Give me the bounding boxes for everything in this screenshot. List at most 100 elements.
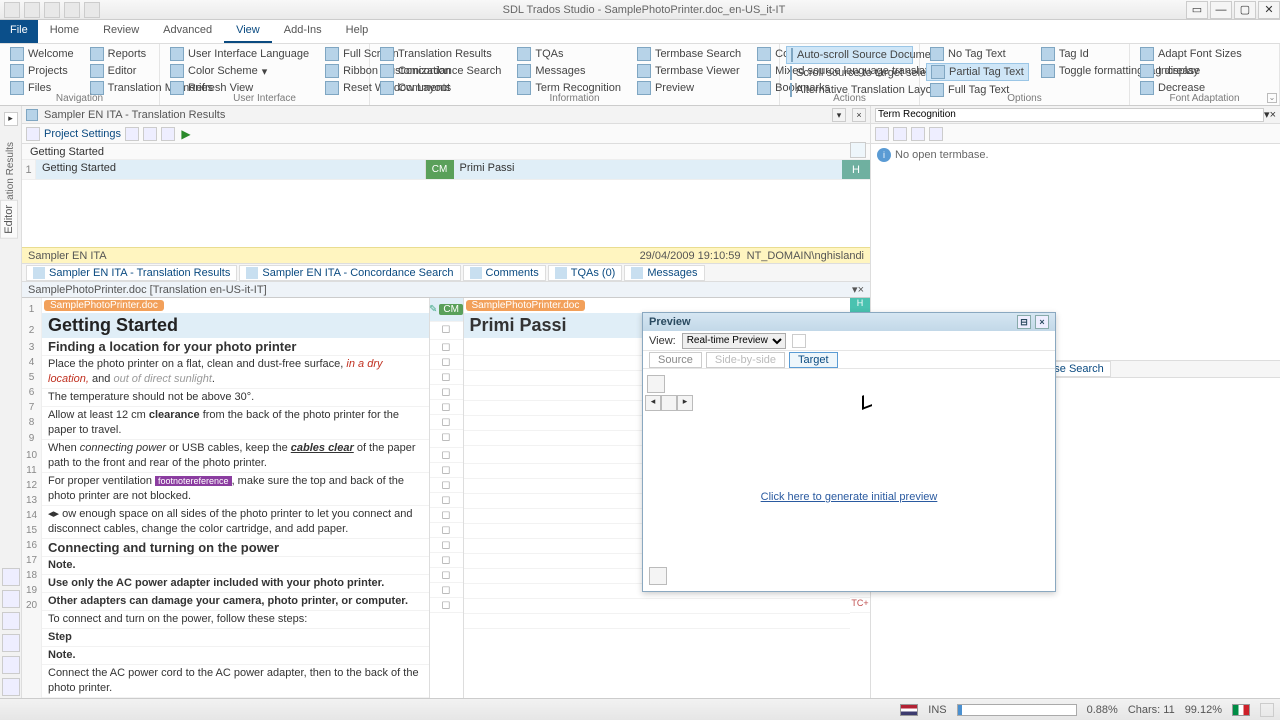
navicon-1[interactable] [2,568,20,586]
preview-view-select[interactable]: Real-time Preview [682,333,786,349]
source-segment[interactable]: For proper ventilation footnotereference… [42,473,429,506]
tab-tr[interactable]: Sampler EN ITA - Translation Results [26,265,237,281]
preview-refresh-icon[interactable] [792,334,806,348]
document-tab[interactable]: SamplePhotoPrinter.doc [Translation en-U… [22,282,870,298]
term-t1-icon[interactable] [875,127,889,141]
partial-tag[interactable]: Partial Tag Text [926,63,1029,81]
source-segment[interactable]: Connecting and turning on the power [42,539,429,557]
target-segment[interactable] [464,614,851,629]
qat-save-icon[interactable] [4,2,20,18]
ribbon-toggle-icon[interactable]: ▭ [1186,1,1208,19]
font-icon [1140,47,1154,61]
pv-prev-icon[interactable]: ◂ [645,395,661,411]
status-end-icon[interactable] [1260,703,1274,717]
close-button[interactable]: ✕ [1258,1,1280,19]
source-segment[interactable]: Allow at least 12 cm clearance from the … [42,407,429,440]
navicon-2[interactable] [2,590,20,608]
flag-target-icon[interactable] [1232,704,1250,716]
ribbon-expand-icon[interactable]: ⌄ [1267,93,1277,103]
adapt-fonts[interactable]: Adapt Font Sizes [1136,46,1273,62]
qat-more-icon[interactable] [84,2,100,18]
status-cell: ◻ [430,553,463,568]
source-segment[interactable]: Finding a location for your photo printe… [42,338,429,356]
tab-comments[interactable]: Comments [463,265,546,281]
color-scheme[interactable]: Color Scheme ▾ [166,63,313,79]
tb3-icon[interactable] [161,127,175,141]
menu-advanced[interactable]: Advanced [151,20,224,43]
term-close-icon[interactable]: × [1270,109,1276,121]
term-t3-icon[interactable] [911,127,925,141]
preview-tab-target[interactable]: Target [789,352,838,368]
project-settings[interactable]: Project Settings [44,128,121,140]
go-arrow-icon[interactable]: ▶ [179,127,193,141]
source-segment[interactable]: ◂▸ ow enough space on all sides of the p… [42,506,429,539]
info-msgs[interactable]: Messages [513,63,625,79]
tb2-icon[interactable] [143,127,157,141]
source-segment[interactable]: Connect the AC power cord to the AC powe… [42,665,429,698]
font-inc[interactable]: Increase [1136,63,1273,79]
menu-review[interactable]: Review [91,20,151,43]
qat-print-icon[interactable] [64,2,80,18]
projset-icon[interactable] [26,127,40,141]
navicon-5[interactable] [2,656,20,674]
navicon-4[interactable] [2,634,20,652]
source-segment[interactable]: Use only the AC power adapter included w… [42,575,429,593]
target-segment[interactable] [464,599,851,614]
pv-corner-icon[interactable] [649,567,667,585]
tab-tqa[interactable]: TQAs (0) [548,265,623,281]
ui-language[interactable]: User Interface Language [166,46,313,62]
term-t4-icon[interactable] [929,127,943,141]
source-segment[interactable]: Note. [42,557,429,575]
nav-projects[interactable]: Projects [6,63,78,79]
preview-generate-link[interactable]: Click here to generate initial preview [643,491,1055,503]
tm-row[interactable]: 1 Getting Started CM Primi Passi H [22,160,870,180]
source-segment[interactable]: The temperature should not be above 30°. [42,389,429,407]
source-segment[interactable]: Place the photo printer on a flat, clean… [42,356,429,389]
info-tr[interactable]: Translation Results [376,46,505,62]
menu-view[interactable]: View [224,20,272,43]
qat-redo-icon[interactable] [44,2,60,18]
term-recognition-field[interactable] [875,108,1264,122]
tb1-icon[interactable] [125,127,139,141]
navicon-3[interactable] [2,612,20,630]
editor-side-tab[interactable]: Editor [0,200,18,239]
dropdown-icon[interactable]: ▾ [832,108,846,122]
auto-scroll[interactable]: Auto-scroll Source Document [786,46,913,64]
pv-mid-icon[interactable] [661,395,677,411]
scroll-sel[interactable]: Scroll source to target selection [786,65,913,81]
source-segment[interactable]: Step [42,629,429,647]
menu-addins[interactable]: Add-Ins [272,20,334,43]
source-segment[interactable]: To connect and turn on the power, follow… [42,611,429,629]
minimize-button[interactable]: — [1210,1,1232,19]
source-segment[interactable]: When connecting power or USB cables, kee… [42,440,429,473]
pv-next-icon[interactable]: ▸ [677,395,693,411]
close-tm-icon[interactable]: × [852,108,866,122]
menu-file[interactable]: File [0,20,38,43]
pv-top-icon[interactable] [647,375,665,393]
tab-conc[interactable]: Sampler EN ITA - Concordance Search [239,265,460,281]
navicon-6[interactable] [2,678,20,696]
maximize-button[interactable]: ▢ [1234,1,1256,19]
preview-tab-sbs[interactable]: Side-by-side [706,352,785,368]
term-t2-icon[interactable] [893,127,907,141]
source-segment[interactable]: Getting Started [42,313,429,338]
preview-tab-source[interactable]: Source [649,352,702,368]
info-tqa[interactable]: TQAs [513,46,625,62]
preview-close-icon[interactable]: × [1035,315,1049,329]
info-tbsearch[interactable]: Termbase Search [633,46,745,62]
source-segment[interactable]: Note. [42,647,429,665]
preview-pin-icon[interactable]: ⊟ [1017,315,1031,329]
source-segment[interactable]: Other adapters can damage your camera, p… [42,593,429,611]
no-tag[interactable]: No Tag Text [926,46,1029,62]
nav-welcome[interactable]: Welcome [6,46,78,62]
info-tbview[interactable]: Termbase Viewer [633,63,745,79]
expand-left-icon[interactable]: ▸ [4,112,18,126]
menu-home[interactable]: Home [38,20,91,43]
info-concord[interactable]: Concordance Search [376,63,505,79]
flag-source-icon[interactable] [900,704,918,716]
doc-close-icon[interactable]: × [858,284,864,296]
tm-corner-icon[interactable] [850,142,866,158]
tab-msgs[interactable]: Messages [624,265,704,281]
menu-help[interactable]: Help [334,20,381,43]
qat-undo-icon[interactable] [24,2,40,18]
